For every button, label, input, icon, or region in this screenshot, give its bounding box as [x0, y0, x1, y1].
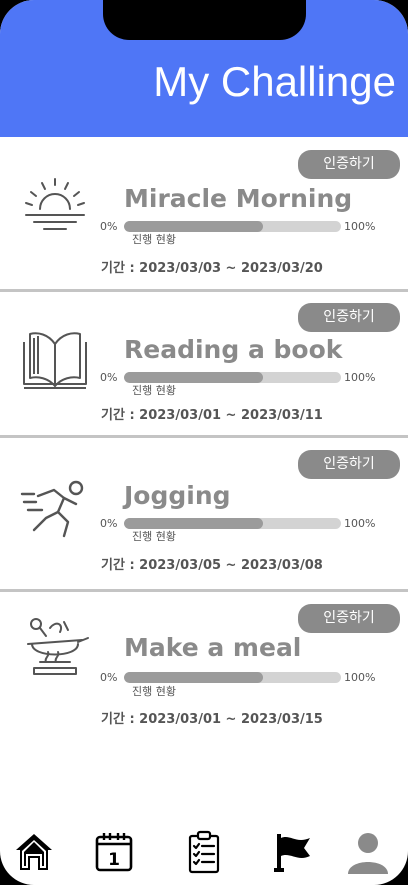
clipboard-checklist-icon[interactable] — [182, 830, 226, 874]
home-icon[interactable] — [12, 830, 56, 874]
progress-bar — [124, 221, 341, 232]
certify-button[interactable]: 인증하기 — [298, 303, 400, 332]
challenge-title: Reading a book — [124, 335, 343, 364]
progress-caption: 진행 현황 — [132, 233, 176, 246]
progress-bar — [124, 518, 341, 529]
book-icon — [20, 326, 90, 392]
progress-start-label: 0% — [100, 220, 118, 233]
progress-end-label: 100% — [344, 517, 376, 530]
certify-button[interactable]: 인증하기 — [298, 604, 400, 633]
sunrise-icon — [20, 175, 90, 241]
progress-caption: 진행 현황 — [132, 384, 176, 397]
challenge-card[interactable]: 인증하기 Miracle Morning 0% 100% 진행 현황 기간 : … — [0, 137, 408, 289]
progress-start-label: 0% — [100, 671, 118, 684]
progress-start-label: 0% — [100, 517, 118, 530]
user-profile-icon[interactable] — [346, 830, 390, 874]
cooking-icon — [20, 614, 90, 680]
page-title: My Challinge — [153, 58, 396, 105]
app-header: My Challinge — [0, 0, 408, 137]
progress-bar — [124, 672, 341, 683]
progress-bar — [124, 372, 341, 383]
challenge-period: 기간 : 2023/03/01 ~ 2023/03/11 — [101, 408, 323, 423]
challenge-card[interactable]: 인증하기 Make a meal 0% 100% 진행 현황 기간 : 2023… — [0, 592, 408, 744]
progress-fill — [124, 518, 263, 529]
challenge-card[interactable]: 인증하기 Reading a book 0% 100% 진행 현황 기간 : 2… — [0, 292, 408, 444]
challenge-period: 기간 : 2023/03/01 ~ 2023/03/15 — [101, 712, 323, 727]
challenge-title: Make a meal — [124, 633, 302, 662]
progress-end-label: 100% — [344, 220, 376, 233]
challenge-period: 기간 : 2023/03/05 ~ 2023/03/08 — [101, 558, 323, 573]
calendar-day-label: 1 — [108, 850, 120, 870]
challenge-period: 기간 : 2023/03/03 ~ 2023/03/20 — [101, 261, 323, 276]
progress-caption: 진행 현황 — [132, 530, 176, 543]
bottom-nav: 1 — [0, 820, 408, 885]
challenge-title: Jogging — [124, 481, 231, 510]
flag-icon[interactable] — [270, 830, 314, 874]
progress-caption: 진행 현황 — [132, 685, 176, 698]
certify-button[interactable]: 인증하기 — [298, 150, 400, 179]
challenge-title: Miracle Morning — [124, 184, 353, 213]
progress-end-label: 100% — [344, 671, 376, 684]
challenge-card[interactable]: 인증하기 Jogging 0% 100% 진행 현황 기간 : 2023/03/… — [0, 438, 408, 590]
certify-button[interactable]: 인증하기 — [298, 450, 400, 479]
progress-start-label: 0% — [100, 371, 118, 384]
progress-end-label: 100% — [344, 371, 376, 384]
calendar-icon[interactable]: 1 — [92, 830, 136, 874]
progress-fill — [124, 372, 263, 383]
running-icon — [20, 476, 90, 542]
phone-notch — [103, 0, 306, 40]
phone-frame: My Challinge 인증하기 Miracle Morning 0% 100… — [0, 0, 408, 885]
progress-fill — [124, 221, 263, 232]
progress-fill — [124, 672, 263, 683]
